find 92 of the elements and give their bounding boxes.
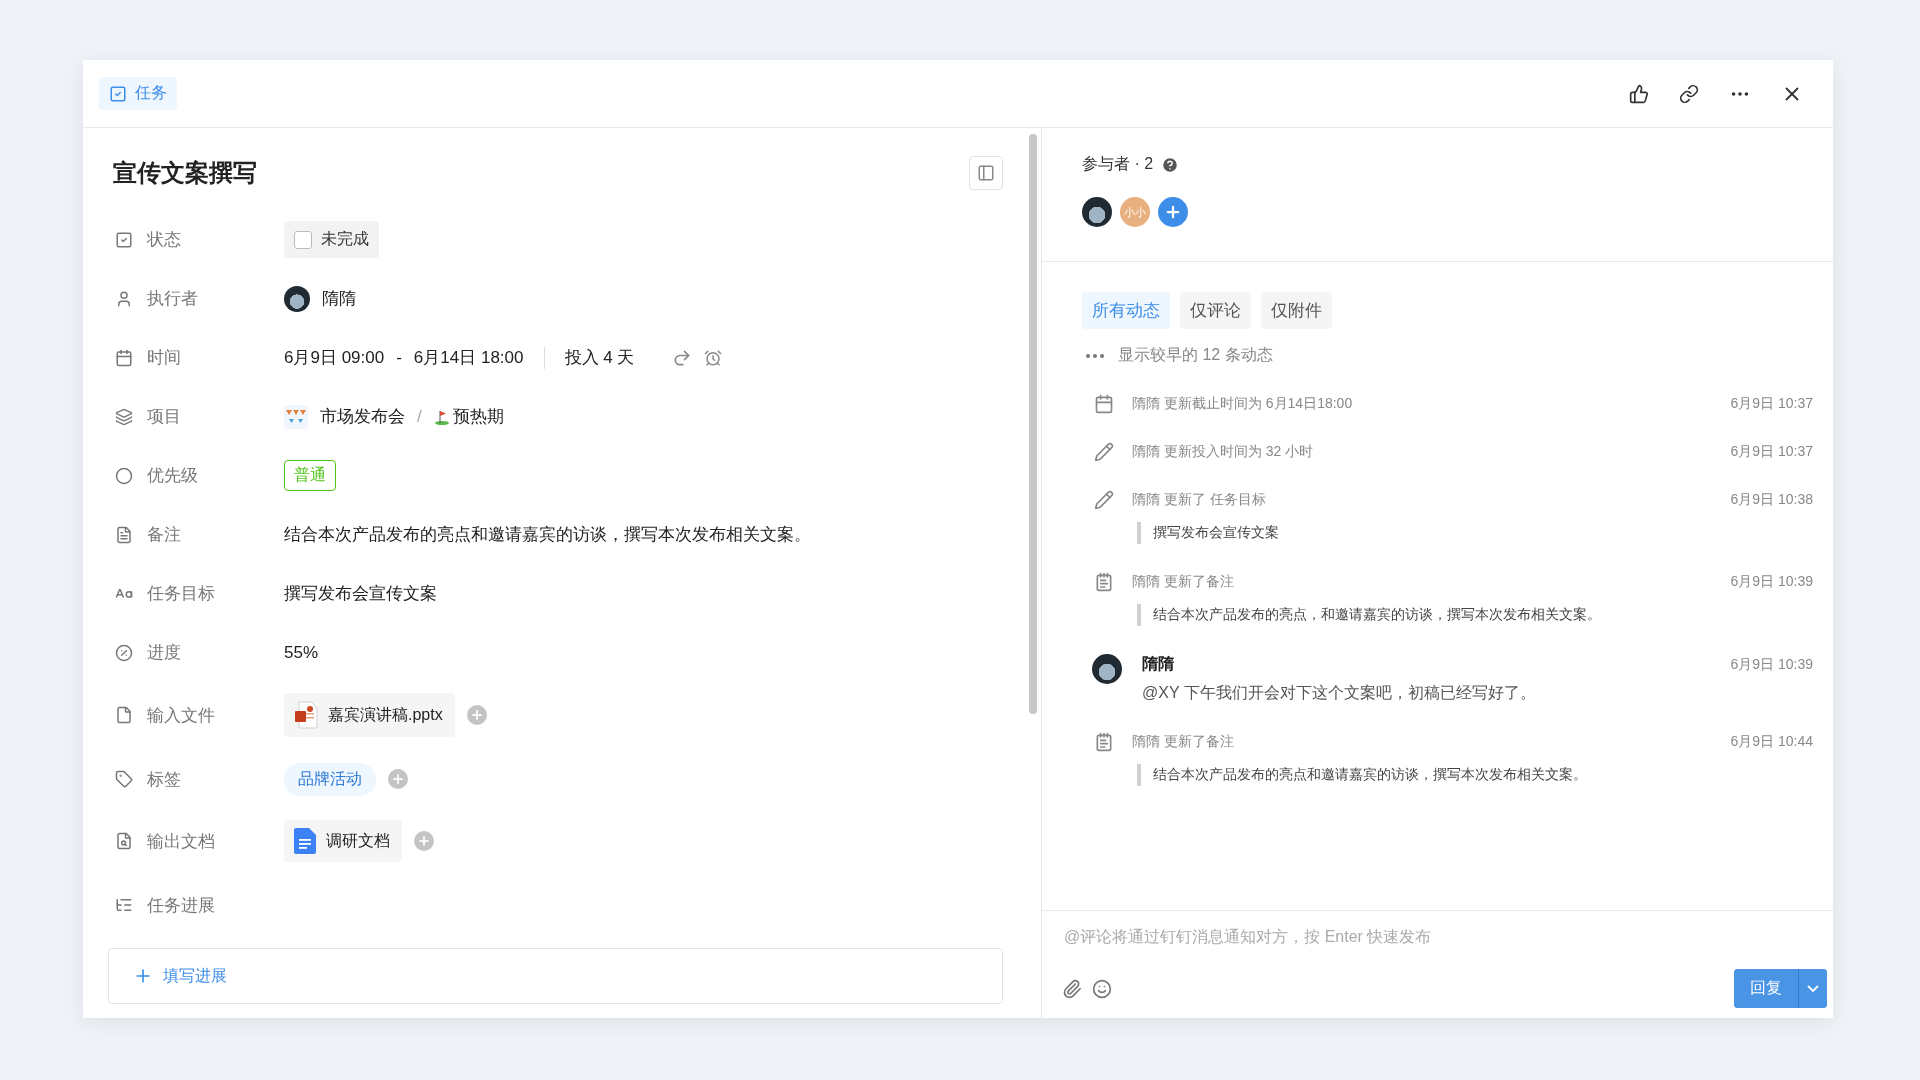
activity-text: 隋隋 更新了备注 [1132, 733, 1235, 751]
alarm-icon[interactable] [704, 348, 723, 367]
field-label: 执行者 [147, 288, 198, 310]
status-toggle[interactable]: 未完成 [284, 221, 379, 258]
pencil-icon [1094, 490, 1114, 510]
show-older-button[interactable]: 显示较早的 12 条动态 [1082, 345, 1273, 366]
quoted-text: 撰写发布会宣传文案 [1137, 522, 1813, 544]
document-file-icon [294, 828, 316, 854]
caret-icon [1807, 985, 1819, 992]
bunting-icon [284, 404, 308, 429]
layout-toggle-button[interactable] [969, 156, 1003, 190]
participants-heading: 参与者 · 2 [1082, 154, 1154, 174]
repeat-icon[interactable] [672, 347, 693, 368]
ellipsis-icon [1086, 353, 1104, 358]
field-label: 任务目标 [147, 583, 215, 605]
assignee-name: 隋隋 [322, 288, 356, 310]
plus-icon [417, 834, 431, 848]
scrollbar[interactable] [1029, 134, 1037, 714]
field-value: 撰写发布会宣传文案 [284, 583, 437, 605]
emoji-icon[interactable] [1092, 978, 1112, 999]
calendar-icon [1094, 394, 1114, 414]
field-value: 结合本次产品发布的亮点和邀请嘉宾的访谈，撰写本次发布相关文案。 [284, 524, 811, 546]
comment-text: @XY 下午我们开会对下这个文案吧，初稿已经写好了。 [1142, 683, 1537, 703]
path-separator: / [417, 406, 422, 427]
activity-text: 隋隋 更新了 任务目标 [1132, 491, 1267, 509]
field-label: 进度 [147, 642, 181, 664]
panel-icon [977, 164, 995, 182]
activity-time: 6月9日 10:37 [1730, 443, 1813, 461]
note-icon [115, 525, 133, 544]
avatar [1092, 654, 1122, 684]
field-label: 任务进展 [147, 894, 215, 917]
plus-icon [1164, 203, 1182, 221]
tag-icon [115, 770, 133, 788]
add-participant-button[interactable] [1158, 197, 1188, 227]
tag-chip[interactable]: 品牌活动 [284, 762, 376, 796]
layers-icon [115, 407, 133, 426]
task-title: 宣传文案撰写 [113, 158, 257, 188]
calendar-icon [115, 348, 133, 367]
time-separator: - [396, 347, 402, 368]
end-time: 6月14日 18:00 [413, 347, 524, 369]
attach-icon[interactable] [1062, 978, 1082, 999]
activity-text: 隋隋 更新截止时间为 6月14日18:00 [1132, 395, 1354, 413]
like-icon[interactable] [1629, 83, 1649, 104]
file-attachment[interactable]: 嘉宾演讲稿.pptx [284, 693, 455, 737]
phase-name[interactable]: 预热期 [452, 405, 504, 428]
field-label: 备注 [147, 524, 181, 546]
list-icon [115, 896, 133, 914]
slides-file-icon [294, 701, 318, 729]
comment-author: 隋隋 [1142, 654, 1174, 674]
plus-icon [469, 708, 484, 722]
plus-icon [391, 772, 405, 786]
project-name[interactable]: 市场发布会 [320, 405, 405, 428]
circle-icon [115, 466, 133, 485]
activity-time: 6月9日 10:39 [1730, 655, 1813, 674]
document-icon [115, 832, 133, 850]
filter-tab[interactable]: 仅评论 [1180, 292, 1251, 329]
activity-text: 隋隋 更新了备注 [1132, 573, 1235, 591]
file-icon [115, 706, 133, 724]
avatar [1082, 197, 1112, 227]
field-label: 优先级 [147, 465, 198, 487]
avatar [284, 285, 310, 312]
field-label: 时间 [147, 347, 181, 369]
field-label: 标签 [147, 768, 181, 791]
activity-time: 6月9日 10:44 [1730, 733, 1813, 751]
field-label: 状态 [147, 229, 181, 251]
checkbox-icon [115, 230, 133, 249]
quoted-text: 结合本次产品发布的亮点和邀请嘉宾的访谈，撰写本次发布相关文案。 [1137, 764, 1813, 786]
initials-avatar: 小小 [1120, 197, 1150, 227]
reply-options-button[interactable] [1798, 969, 1827, 1008]
document-attachment[interactable]: 调研文档 [284, 820, 402, 862]
note-icon [1094, 732, 1114, 752]
pencil-icon [1094, 442, 1114, 462]
activity-text: 隋隋 更新投入时间为 32 小时 [1132, 443, 1315, 461]
activity-time: 6月9日 10:38 [1730, 491, 1813, 509]
add-progress-button[interactable]: 填写进展 [108, 948, 1003, 1004]
person-icon [115, 289, 133, 308]
activity-time: 6月9日 10:37 [1730, 395, 1813, 413]
field-label: 输入文件 [147, 704, 215, 727]
field-label: 项目 [147, 406, 181, 428]
filter-tab[interactable]: 仅附件 [1261, 292, 1332, 329]
field-label: 输出文档 [147, 830, 215, 853]
activity-time: 6月9日 10:39 [1730, 573, 1813, 591]
percent-icon [115, 643, 133, 662]
quoted-text: 结合本次产品发布的亮点，和邀请嘉宾的访谈，撰写本次发布相关文案。 [1137, 604, 1813, 626]
flag-icon [433, 408, 450, 425]
task-icon [109, 84, 127, 103]
note-icon [1094, 572, 1114, 592]
link-icon[interactable] [1679, 83, 1699, 104]
help-icon[interactable] [1161, 155, 1180, 174]
start-time: 6月9日 09:00 [284, 347, 385, 369]
effort-text: 投入 4 天 [564, 347, 635, 369]
field-value: 55% [284, 642, 319, 663]
